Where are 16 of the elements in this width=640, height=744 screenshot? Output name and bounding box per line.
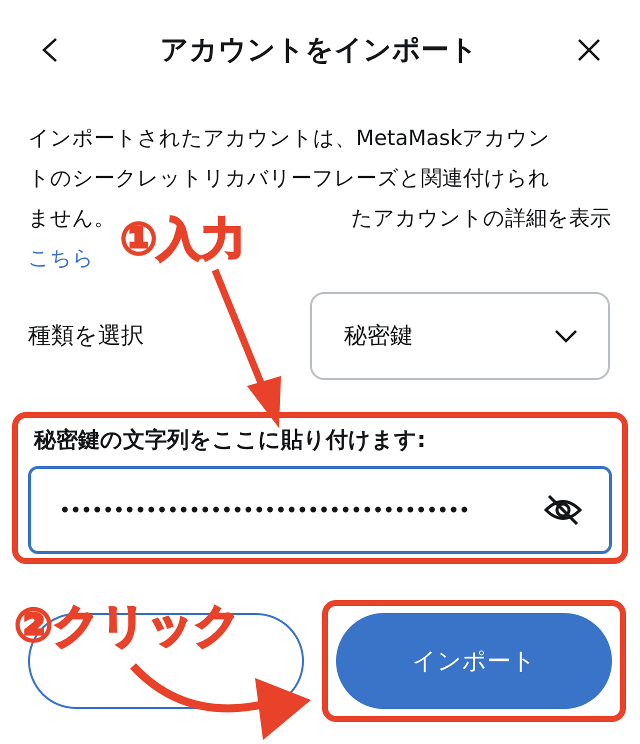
import-button[interactable]: インポート	[336, 613, 612, 709]
key-field-label: 秘密鍵の文字列をここに貼り付けます:	[34, 426, 427, 455]
description-text: たアカウントの詳細を表示	[351, 205, 611, 232]
window-title: アカウントをインポート	[160, 32, 478, 68]
eye-off-icon[interactable]	[543, 493, 583, 527]
type-dropdown[interactable]: 秘密鍵	[310, 292, 610, 380]
type-label: 種類を選択	[28, 322, 144, 351]
private-key-field[interactable]: ••••••••••••••••••••••••••••••••••••••	[28, 466, 612, 554]
step-annotation: ②クリック	[14, 602, 241, 648]
details-link[interactable]: こちら	[28, 238, 94, 278]
close-icon[interactable]	[576, 37, 602, 63]
description-text: トのシークレットリカバリーフレーズと関連付けられ	[28, 165, 551, 192]
step-annotation: ①入力	[120, 218, 246, 262]
description-text: ません。	[28, 205, 115, 232]
chevron-down-icon	[554, 329, 578, 343]
description-text: インポートされたアカウントは、MetaMaskアカウン	[28, 125, 552, 152]
